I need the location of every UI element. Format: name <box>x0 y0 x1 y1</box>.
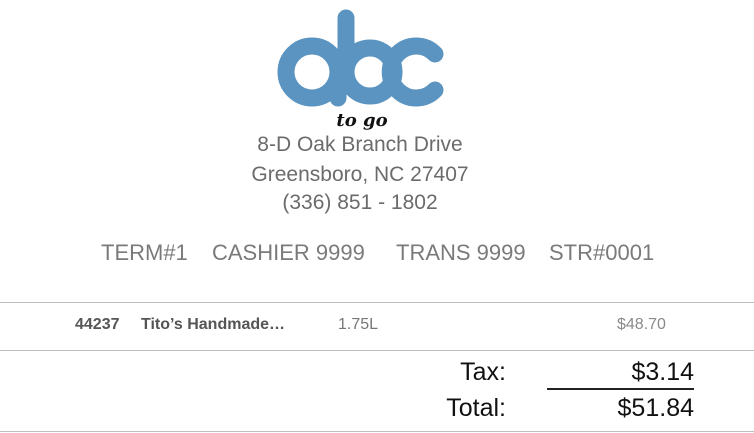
item-name: Tito’s Handmade… <box>141 316 286 333</box>
transaction-number: TRANS 9999 <box>396 240 526 265</box>
transaction-meta: TERM#1 CASHIER 9999 TRANS 9999 STR#0001 <box>0 240 754 268</box>
item-price: $48.70 <box>617 316 666 333</box>
cashier-number: CASHIER 9999 <box>212 240 365 265</box>
store-number: STR#0001 <box>549 240 655 265</box>
tax-label: Tax: <box>460 358 506 386</box>
divider <box>0 431 754 432</box>
terminal-number: TERM#1 <box>101 240 188 265</box>
divider <box>0 302 754 303</box>
item-sku: 44237 <box>75 316 120 333</box>
line-item: 44237 Tito’s Handmade… 1.75L $48.70 <box>0 316 754 338</box>
total-label: Total: <box>446 394 506 422</box>
divider <box>0 350 754 351</box>
store-logo: to go <box>270 8 450 131</box>
item-size: 1.75L <box>338 316 379 333</box>
abc-logo-icon: to go <box>277 9 444 131</box>
store-phone: (336) 851 - 1802 <box>282 191 438 214</box>
address-line-1: 8-D Oak Branch Drive <box>257 133 463 156</box>
total-value: $51.84 <box>617 394 694 422</box>
logo-subtitle: to go <box>336 110 387 130</box>
tax-value: $3.14 <box>547 358 694 390</box>
address-line-2: Greensboro, NC 27407 <box>251 163 469 186</box>
